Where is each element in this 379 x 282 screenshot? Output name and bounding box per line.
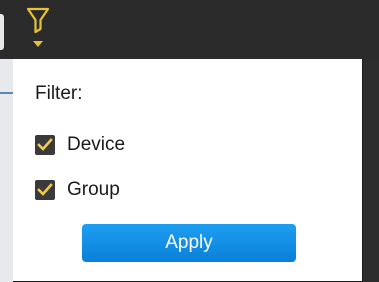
checkmark-icon (37, 138, 53, 151)
filter-heading: Filter: (35, 83, 83, 104)
toolbar-edge (0, 14, 4, 50)
selection-line (0, 92, 13, 94)
group-checkbox[interactable] (35, 180, 55, 200)
filter-popup-screen: Filter: Device Group Apply (0, 0, 379, 282)
filter-dropdown-panel: Filter: Device Group Apply (13, 59, 363, 282)
background-list-edge (0, 59, 14, 282)
apply-button[interactable]: Apply (82, 224, 296, 262)
group-filter-option[interactable]: Group (35, 178, 120, 202)
funnel-icon (26, 7, 50, 47)
group-option-label: Group (67, 179, 120, 200)
device-filter-option[interactable]: Device (35, 133, 125, 157)
top-toolbar (0, 0, 379, 59)
device-checkbox[interactable] (35, 135, 55, 155)
filter-toggle-button[interactable] (26, 6, 54, 52)
device-option-label: Device (67, 134, 126, 155)
dropdown-caret-icon (33, 41, 43, 47)
background-dark-edge (363, 59, 379, 282)
checkmark-icon (37, 183, 53, 196)
